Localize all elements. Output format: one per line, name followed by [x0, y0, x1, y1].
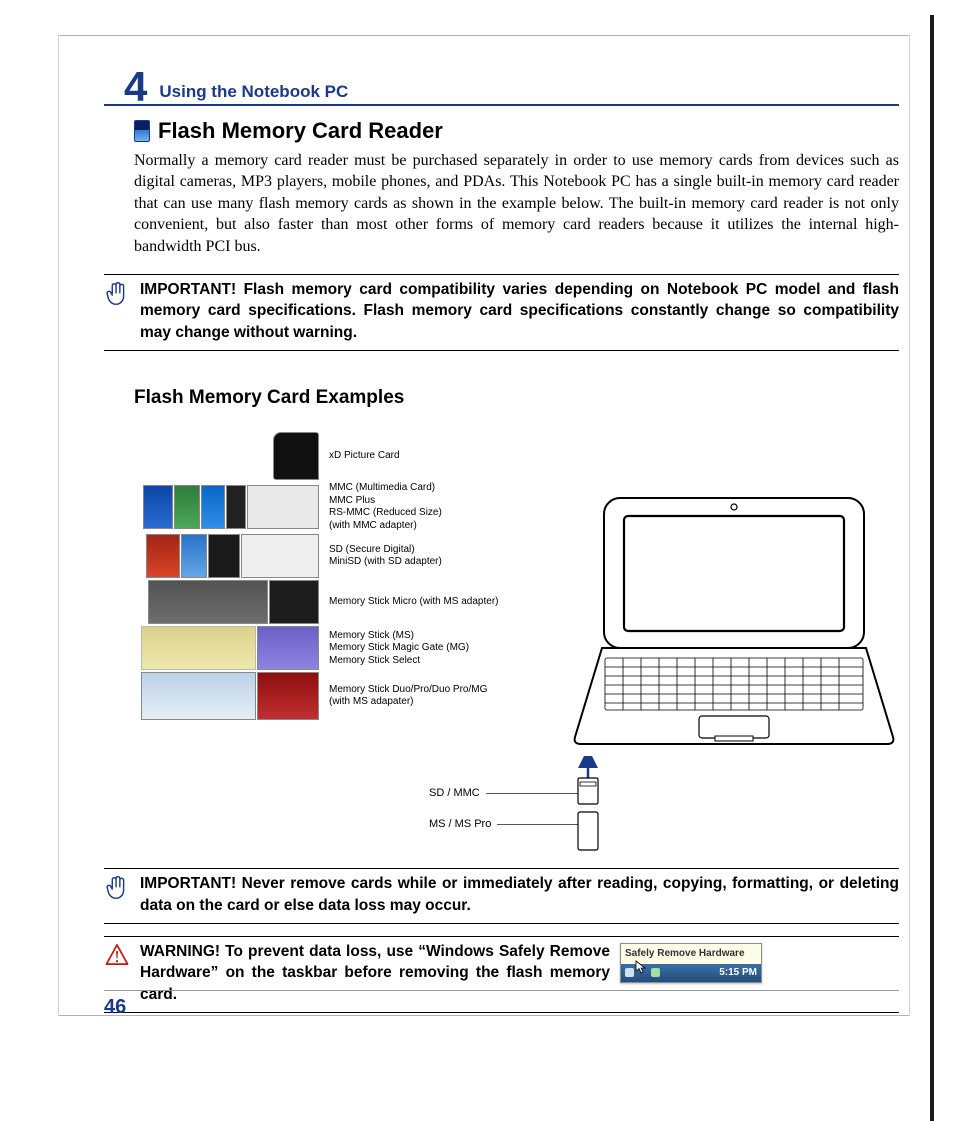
- ms-duo-card-graphic: [257, 672, 319, 720]
- ms-micro-card-graphic: [269, 580, 319, 624]
- footer-rule: [104, 990, 899, 991]
- sd-adapter-graphic: [241, 534, 319, 578]
- mmc-plus-graphic: [174, 485, 200, 529]
- section-body-text: Normally a memory card reader must be pu…: [134, 150, 899, 258]
- minisd-adapter-dark-graphic: [208, 534, 240, 578]
- hand-stop-icon: [104, 873, 130, 916]
- minisd-card-graphic: [181, 534, 207, 578]
- card-row-sd: SD (Secure Digital) MiniSD (with SD adap…: [134, 534, 524, 578]
- warning-icon: [104, 941, 130, 967]
- card-slot-labels: SD / MMC MS / MS Pro: [429, 786, 579, 848]
- card-row-xd: xD Picture Card: [134, 432, 524, 480]
- sd-card-graphic: [146, 534, 180, 578]
- taskbar-time: 5:15 PM: [719, 966, 757, 980]
- sd-label: SD (Secure Digital) MiniSD (with SD adap…: [329, 544, 442, 569]
- important-remove-cards-note: IMPORTANT! Never remove cards while or i…: [104, 868, 899, 923]
- memory-card-icon: [134, 120, 150, 142]
- taskbar-tray: 5:15 PM: [621, 964, 761, 982]
- right-crop-line: [909, 35, 910, 1016]
- ms-duo-adapter-graphic: [141, 672, 256, 720]
- warning-text: WARNING! To prevent data loss, use “Wind…: [140, 941, 610, 1006]
- examples-area: xD Picture Card MMC (Multimedia Card) MM…: [134, 422, 899, 852]
- memory-cards-list: xD Picture Card MMC (Multimedia Card) MM…: [134, 432, 524, 722]
- laptop-illustration: [569, 492, 899, 769]
- section-flash-memory-card-examples: Flash Memory Card Examples xD Picture Ca…: [134, 385, 899, 853]
- slot-leader-line: [486, 793, 579, 794]
- spine-bar: [930, 15, 934, 1121]
- important-text: IMPORTANT! Never remove cards while or i…: [140, 873, 899, 916]
- safely-remove-hardware-screenshot: Safely Remove Hardware 5:15 PM: [620, 943, 762, 983]
- rs-mmc-graphic: [201, 485, 225, 529]
- section-flash-memory-card-reader: Flash Memory Card Reader Normally a memo…: [134, 116, 899, 258]
- top-crop-line: [58, 35, 910, 36]
- slot-ms-pro-label: MS / MS Pro: [429, 817, 491, 832]
- cursor-icon: [635, 960, 646, 974]
- xd-card-graphic: [273, 432, 319, 480]
- hand-stop-icon: [104, 279, 130, 344]
- examples-heading: Flash Memory Card Examples: [134, 385, 899, 411]
- chapter-heading: 4 Using the Notebook PC: [104, 62, 899, 106]
- ms-micro-label: Memory Stick Micro (with MS adapter): [329, 596, 498, 609]
- ms-standard-label: Memory Stick (MS) Memory Stick Magic Gat…: [329, 630, 469, 668]
- tray-device-icon: [625, 968, 634, 977]
- card-row-ms-standard: Memory Stick (MS) Memory Stick Magic Gat…: [134, 626, 524, 670]
- manual-page: 4 Using the Notebook PC Flash Memory Car…: [0, 0, 954, 1136]
- warning-data-loss-note: WARNING! To prevent data loss, use “Wind…: [104, 936, 899, 1013]
- tray-icon: [651, 968, 660, 977]
- ms-card-graphic: [257, 626, 319, 670]
- ms-pro-card-graphic: [141, 626, 256, 670]
- ms-micro-adapter-graphic: [148, 580, 268, 624]
- chapter-title: Using the Notebook PC: [159, 81, 348, 104]
- mmc-adapter-graphic: [247, 485, 319, 529]
- section-title: Flash Memory Card Reader: [158, 116, 443, 146]
- page-number: 46: [104, 994, 126, 1021]
- slot-sd-mmc-label: SD / MMC: [429, 786, 480, 801]
- page-content: 4 Using the Notebook PC Flash Memory Car…: [104, 62, 899, 1026]
- important-compatibility-note: IMPORTANT! Flash memory card compatibili…: [104, 274, 899, 351]
- mmc-card-graphic: [143, 485, 173, 529]
- ms-duo-label: Memory Stick Duo/Pro/Duo Pro/MG (with MS…: [329, 684, 487, 709]
- chapter-number: 4: [124, 66, 147, 108]
- xd-label: xD Picture Card: [329, 450, 400, 463]
- card-slot-outlines: [574, 756, 602, 856]
- important-text: IMPORTANT! Flash memory card compatibili…: [140, 279, 899, 344]
- slot-leader-line: [497, 824, 579, 825]
- rs-mmc-small-graphic: [226, 485, 246, 529]
- card-row-ms-duo: Memory Stick Duo/Pro/Duo Pro/MG (with MS…: [134, 672, 524, 720]
- mmc-label: MMC (Multimedia Card) MMC Plus RS-MMC (R…: [329, 482, 442, 532]
- left-crop-line: [58, 35, 59, 1016]
- card-row-ms-micro: Memory Stick Micro (with MS adapter): [134, 580, 524, 624]
- card-row-mmc: MMC (Multimedia Card) MMC Plus RS-MMC (R…: [134, 482, 524, 532]
